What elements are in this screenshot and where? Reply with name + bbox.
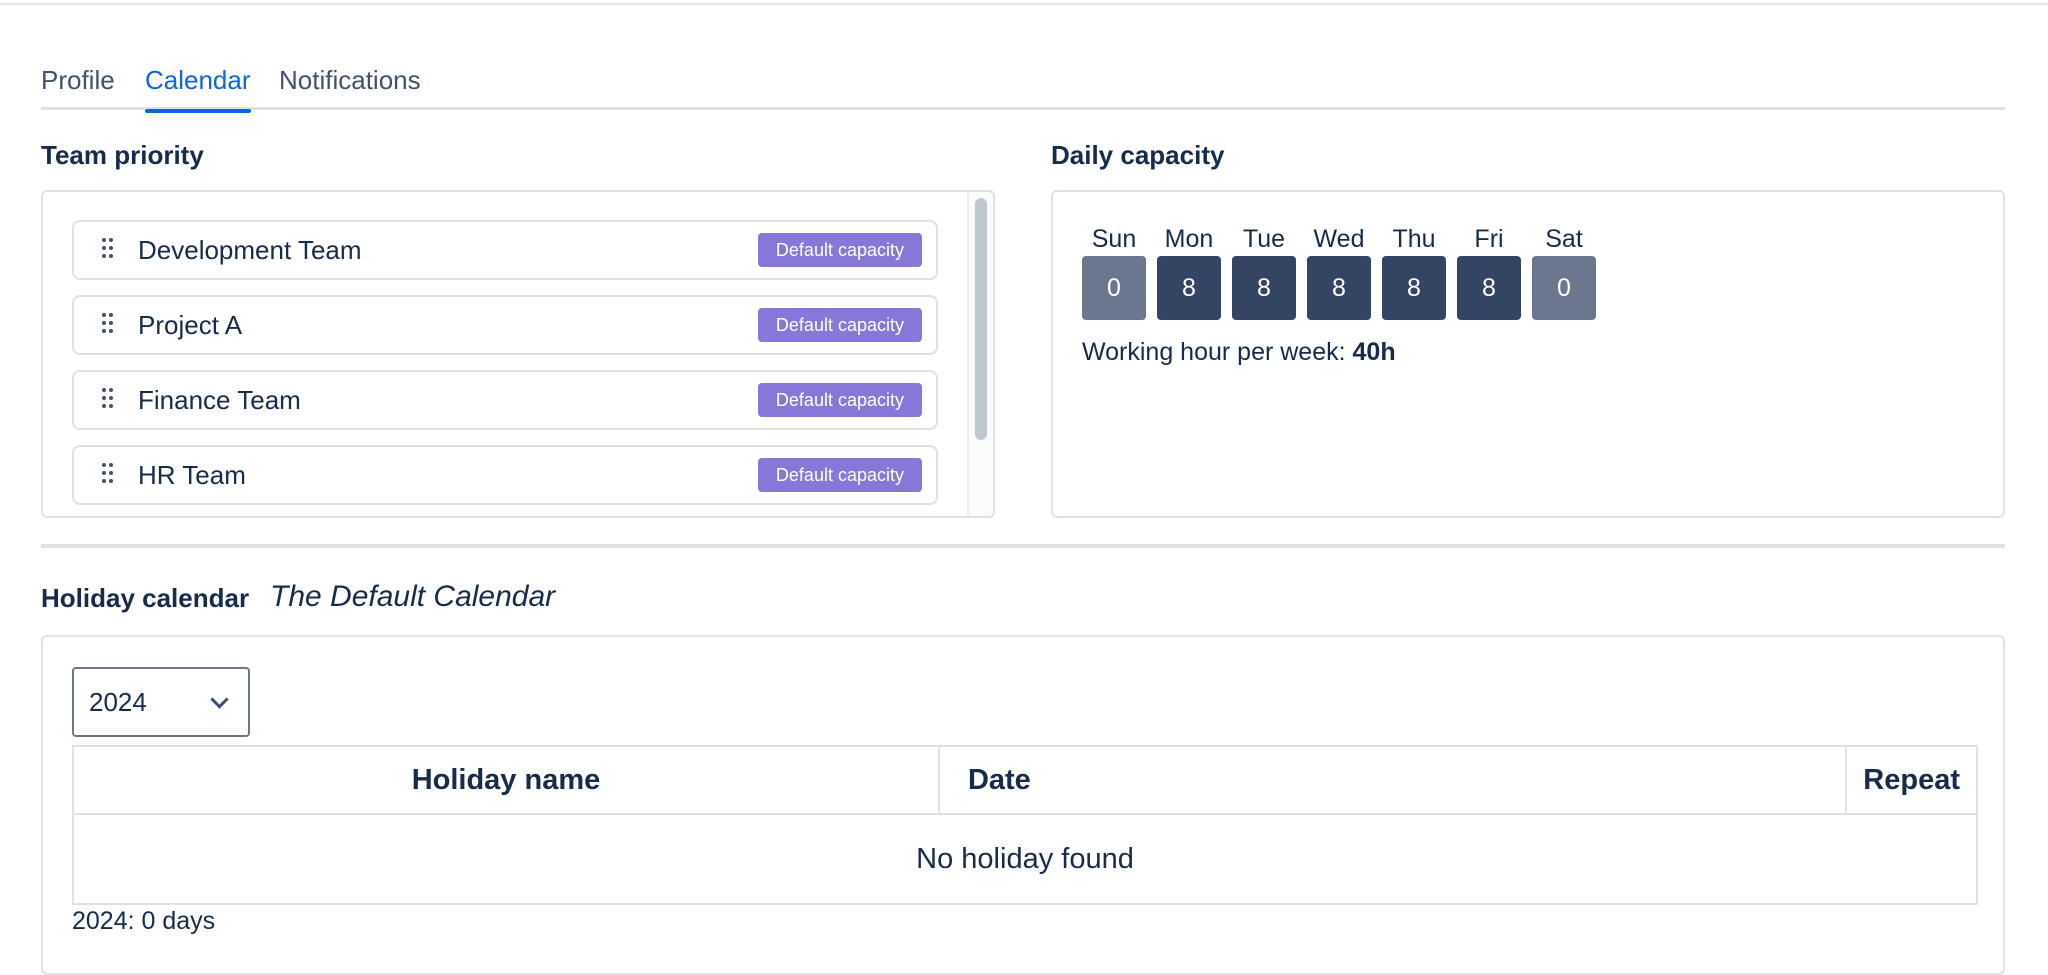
holiday-table: Holiday name Date Repeat No holiday foun… bbox=[72, 745, 1978, 905]
team-priority-title: Team priority bbox=[41, 140, 204, 170]
day-sat: Sat 0 bbox=[1532, 222, 1596, 320]
day-hours[interactable]: 8 bbox=[1382, 256, 1446, 320]
drag-handle-icon[interactable] bbox=[102, 313, 114, 335]
table-row: No holiday found bbox=[72, 813, 1978, 905]
default-capacity-badge: Default capacity bbox=[757, 383, 922, 417]
calendar-name: The Default Calendar bbox=[270, 580, 556, 613]
team-item[interactable]: Project A Default capacity bbox=[72, 295, 938, 355]
tab-notifications[interactable]: Notifications bbox=[279, 60, 421, 110]
year-value: 2024 bbox=[89, 687, 147, 717]
day-thu: Thu 8 bbox=[1382, 222, 1446, 320]
day-hours[interactable]: 8 bbox=[1232, 256, 1296, 320]
day-hours[interactable]: 8 bbox=[1457, 256, 1521, 320]
team-item[interactable]: Finance Team Default capacity bbox=[72, 370, 938, 430]
default-capacity-badge: Default capacity bbox=[757, 458, 922, 492]
day-hours[interactable]: 8 bbox=[1157, 256, 1221, 320]
day-label: Sat bbox=[1545, 225, 1583, 253]
week-hours-label: Working hour per week: bbox=[1082, 338, 1346, 366]
day-hours[interactable]: 0 bbox=[1532, 256, 1596, 320]
week-hours-total: 40h bbox=[1352, 338, 1396, 366]
column-date[interactable]: Date bbox=[937, 745, 1848, 815]
default-capacity-badge: Default capacity bbox=[757, 233, 922, 267]
empty-state-message: No holiday found bbox=[72, 813, 1978, 905]
column-repeat[interactable]: Repeat bbox=[1845, 745, 1978, 815]
column-holiday-name[interactable]: Holiday name bbox=[72, 745, 940, 815]
year-select[interactable]: 2024 bbox=[72, 667, 250, 737]
team-list-scrollbar[interactable] bbox=[967, 192, 993, 516]
team-name: Finance Team bbox=[138, 385, 301, 415]
team-name: HR Team bbox=[138, 460, 246, 490]
day-label: Fri bbox=[1474, 225, 1504, 253]
day-wed: Wed 8 bbox=[1307, 222, 1371, 320]
top-border bbox=[0, 0, 2048, 5]
day-label: Mon bbox=[1164, 225, 1214, 253]
tab-calendar[interactable]: Calendar bbox=[145, 60, 251, 113]
day-fri: Fri 8 bbox=[1457, 222, 1521, 320]
day-label: Tue bbox=[1242, 225, 1286, 253]
section-divider bbox=[41, 544, 2005, 548]
team-item[interactable]: Development Team Default capacity bbox=[72, 220, 938, 280]
day-label: Sun bbox=[1091, 225, 1137, 253]
holiday-panel: 2024 Holiday name Date Repeat No holiday… bbox=[41, 635, 2005, 975]
holiday-calendar-title: Holiday calendar bbox=[41, 583, 250, 613]
day-tue: Tue 8 bbox=[1232, 222, 1296, 320]
tab-bar: Profile Calendar Notifications bbox=[41, 60, 2005, 113]
team-name: Development Team bbox=[138, 235, 362, 265]
day-label: Wed bbox=[1313, 225, 1365, 253]
holiday-days-total: 2024: 0 days bbox=[72, 907, 216, 935]
tab-profile[interactable]: Profile bbox=[41, 60, 115, 110]
daily-capacity-title: Daily capacity bbox=[1051, 140, 1225, 170]
day-hours[interactable]: 0 bbox=[1082, 256, 1146, 320]
working-hours-per-week: Working hour per week: 40h bbox=[1082, 338, 1396, 367]
daily-capacity-panel: Sun 0 Mon 8 Tue 8 Wed 8 Thu 8 Fri 8 Sat … bbox=[1051, 190, 2005, 518]
chevron-down-icon bbox=[210, 690, 229, 709]
scrollbar-thumb[interactable] bbox=[975, 198, 987, 440]
team-item[interactable]: HR Team Default capacity bbox=[72, 445, 938, 505]
day-sun: Sun 0 bbox=[1082, 222, 1146, 320]
default-capacity-badge: Default capacity bbox=[757, 308, 922, 342]
day-hours[interactable]: 8 bbox=[1307, 256, 1371, 320]
team-priority-list: Development Team Default capacity Projec… bbox=[41, 190, 995, 518]
day-label: Thu bbox=[1392, 225, 1436, 253]
table-header-row: Holiday name Date Repeat bbox=[72, 745, 1978, 815]
day-mon: Mon 8 bbox=[1157, 222, 1221, 320]
drag-handle-icon[interactable] bbox=[102, 238, 114, 260]
team-name: Project A bbox=[138, 310, 243, 340]
drag-handle-icon[interactable] bbox=[102, 463, 114, 485]
drag-handle-icon[interactable] bbox=[102, 388, 114, 410]
